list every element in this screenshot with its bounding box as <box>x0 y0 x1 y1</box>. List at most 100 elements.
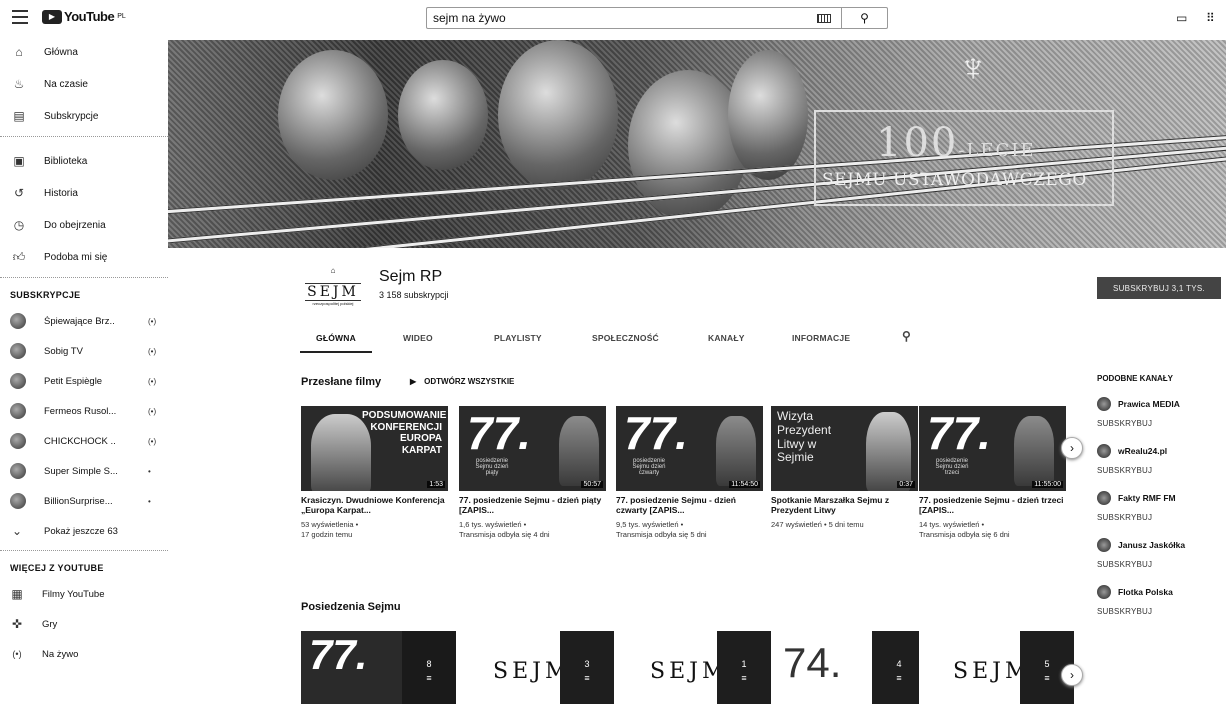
more-from-youtube-heading: WIĘCEJ Z YOUTUBE <box>10 563 104 573</box>
divider <box>0 277 168 278</box>
uploads-title[interactable]: Przesłane filmy <box>301 376 381 388</box>
channel-logo-word: SEJM <box>305 283 361 301</box>
banner-figure <box>498 40 618 190</box>
tab-playlists[interactable]: PLAYLISTY <box>494 329 542 353</box>
related-channel[interactable]: wRealu24.pl SUBSKRYBUJ <box>1097 444 1222 491</box>
sidebar-subscription[interactable]: Śpiewające Brz.. (•) <box>0 306 168 336</box>
related-channel-name[interactable]: Flotka Polska <box>1118 587 1173 597</box>
keyboard-icon[interactable] <box>817 14 831 23</box>
playlist-card[interactable]: 77. 8 ≡ <box>301 631 456 704</box>
related-channel-name[interactable]: Fakty RMF FM <box>1118 493 1176 503</box>
clock-icon: ◷ <box>13 218 25 232</box>
channel-search-icon[interactable]: ⚲ <box>902 329 911 353</box>
live-badge-icon: (•) <box>148 406 157 416</box>
next-arrow-button[interactable]: › <box>1061 664 1083 686</box>
create-video-icon[interactable]: ▭ <box>1176 11 1187 25</box>
playlist-card[interactable]: SEJM 5 ≡ <box>919 631 1074 704</box>
show-more-button[interactable]: ⌄ Pokaż jeszcze 63 <box>0 516 168 546</box>
apps-icon[interactable]: ⠿ <box>1206 11 1215 25</box>
channel-avatar <box>1097 538 1111 552</box>
play-all-button[interactable]: ▶ ODTWÓRZ WSZYSTKIE <box>410 377 514 386</box>
flame-icon: ♨ <box>13 77 25 91</box>
tab-home[interactable]: GŁÓWNA <box>300 329 372 353</box>
video-age: Transmisja odbyła się 6 dni <box>919 529 1010 539</box>
playlist-card[interactable]: 74. 4 ≡ <box>771 631 926 704</box>
sidebar-item-history[interactable]: ↺ Historia <box>0 177 168 209</box>
playlists-title[interactable]: Posiedzenia Sejmu <box>301 601 401 613</box>
video-thumbnail[interactable]: 77. posiedzenie Sejmu dzień czwarty 11:5… <box>616 406 763 491</box>
sidebar-subscription[interactable]: Petit Espiègle (•) <box>0 366 168 396</box>
sidebar-item-subscriptions[interactable]: ▤ Subskrypcje <box>0 100 168 132</box>
video-title[interactable]: Krasiczyn. Dwudniowe Konferencja „Europa… <box>301 495 448 517</box>
playlist-card[interactable]: SEJM 3 ≡ <box>459 631 614 704</box>
video-card[interactable]: PODSUMOWANIE KONFERENCJI EUROPA KARPAT 1… <box>301 406 448 540</box>
channel-avatar <box>1097 444 1111 458</box>
related-channel[interactable]: Prawica MEDIA SUBSKRYBUJ <box>1097 397 1222 444</box>
tab-channels[interactable]: KANAŁY <box>708 329 745 353</box>
tab-about[interactable]: INFORMACJE <box>792 329 850 353</box>
menu-icon[interactable] <box>12 10 28 24</box>
sidebar-subscription[interactable]: BillionSurprise... • <box>0 486 168 516</box>
related-channel-name[interactable]: wRealu24.pl <box>1118 446 1167 456</box>
subscribe-link[interactable]: SUBSKRYBUJ <box>1097 513 1222 522</box>
video-card[interactable]: 77. posiedzenie Sejmu dzień trzeci 11:55… <box>919 406 1066 540</box>
related-channel-name[interactable]: Prawica MEDIA <box>1118 399 1180 409</box>
subscribe-link[interactable]: SUBSKRYBUJ <box>1097 560 1222 569</box>
video-title[interactable]: Spotkanie Marszałka Sejmu z Prezydent Li… <box>771 495 918 517</box>
next-arrow-button[interactable]: › <box>1061 437 1083 459</box>
video-title[interactable]: 77. posiedzenie Sejmu - dzień trzeci [ZA… <box>919 495 1066 517</box>
video-thumbnail[interactable]: 77. posiedzenie Sejmu dzień trzeci 11:55… <box>919 406 1066 491</box>
related-channel[interactable]: Flotka Polska SUBSKRYBUJ <box>1097 585 1222 632</box>
sidebar-item-label: Podoba mi się <box>44 251 108 263</box>
playlist-card[interactable]: SEJM 1 ≡ <box>616 631 771 704</box>
sidebar-item-youtube-movies[interactable]: ▦ Filmy YouTube <box>0 579 168 609</box>
sidebar-subscription[interactable]: Super Simple S... • <box>0 456 168 486</box>
sidebar-subscription[interactable]: Fermeos Rusol... (•) <box>0 396 168 426</box>
sidebar-item-label: Do obejrzenia <box>44 219 106 231</box>
video-thumbnail[interactable]: Wizyta Prezydent Litwy w Sejmie 0:37 <box>771 406 918 491</box>
sidebar-subscription[interactable]: Sobig TV (•) <box>0 336 168 366</box>
tab-community[interactable]: SPOŁECZNOŚĆ <box>592 329 659 353</box>
channel-avatar <box>10 373 26 389</box>
thumbnail-text: posiedzenie Sejmu dzień trzeci <box>935 458 969 476</box>
sidebar-item-library[interactable]: ▣ Biblioteka <box>0 145 168 177</box>
subscribe-button[interactable]: SUBSKRYBUJ 3,1 TYS. <box>1097 277 1221 299</box>
sidebar-item-gaming[interactable]: ✜ Gry <box>0 609 168 639</box>
youtube-logo[interactable]: ▶ YouTube PL <box>42 9 126 24</box>
video-title[interactable]: 77. posiedzenie Sejmu - dzień czwarty [Z… <box>616 495 763 517</box>
search-input[interactable] <box>427 8 817 28</box>
channel-avatar <box>10 343 26 359</box>
sidebar-item-home[interactable]: ⌂ Główna <box>0 36 168 68</box>
video-thumbnail[interactable]: 77. posiedzenie Sejmu dzień piąty 50:57 <box>459 406 606 491</box>
sidebar-item-watch-later[interactable]: ◷ Do obejrzenia <box>0 209 168 241</box>
related-channel[interactable]: Fakty RMF FM SUBSKRYBUJ <box>1097 491 1222 538</box>
search-icon: ⚲ <box>860 11 869 25</box>
thumbs-up-icon: 👍︎ <box>12 249 26 264</box>
channel-avatar <box>10 313 26 329</box>
thumbnail-figure <box>1014 416 1054 486</box>
related-channel[interactable]: Janusz Jaskółka SUBSKRYBUJ <box>1097 538 1222 585</box>
video-thumbnail[interactable]: PODSUMOWANIE KONFERENCJI EUROPA KARPAT 1… <box>301 406 448 491</box>
search-button[interactable]: ⚲ <box>841 8 887 28</box>
live-badge-icon: (•) <box>148 346 157 356</box>
subscribe-link[interactable]: SUBSKRYBUJ <box>1097 607 1222 616</box>
sidebar-item-trending[interactable]: ♨ Na czasie <box>0 68 168 100</box>
show-more-label: Pokaż jeszcze 63 <box>44 525 118 537</box>
video-age: Transmisja odbyła się 4 dni <box>459 529 550 539</box>
sidebar-subscription[interactable]: CHICKCHOCK .. (•) <box>0 426 168 456</box>
sidebar-item-liked[interactable]: 👍︎ Podoba mi się <box>0 241 168 273</box>
tab-videos[interactable]: WIDEO <box>403 329 433 353</box>
subscription-name: Super Simple S... <box>44 465 118 477</box>
video-card[interactable]: 77. posiedzenie Sejmu dzień czwarty 11:5… <box>616 406 763 540</box>
top-bar: ▶ YouTube PL ⚲ ▭ ⠿ <box>0 0 1226 36</box>
sidebar-item-live[interactable]: (•) Na żywo <box>0 639 168 669</box>
related-channel-name[interactable]: Janusz Jaskółka <box>1118 540 1185 550</box>
video-title[interactable]: 77. posiedzenie Sejmu - dzień piąty [ZAP… <box>459 495 606 517</box>
video-card[interactable]: 77. posiedzenie Sejmu dzień piąty 50:57 … <box>459 406 606 540</box>
channel-avatar-logo[interactable]: ⌂ SEJM rzeczpospolitej polskiej <box>303 267 363 307</box>
subscription-name: Fermeos Rusol... <box>44 405 117 417</box>
subscribe-link[interactable]: SUBSKRYBUJ <box>1097 419 1222 428</box>
video-card[interactable]: Wizyta Prezydent Litwy w Sejmie 0:37 Spo… <box>771 406 918 530</box>
subscribe-link[interactable]: SUBSKRYBUJ <box>1097 466 1222 475</box>
channel-avatar <box>10 403 26 419</box>
